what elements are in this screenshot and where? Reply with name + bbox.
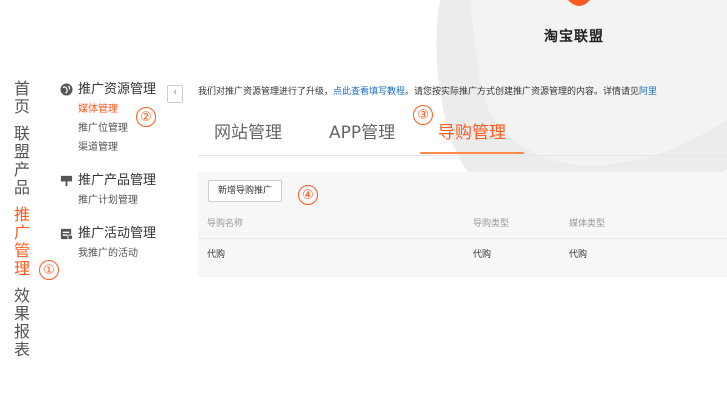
guide-panel: 新增导购推广 导购名称 导购类型 媒体类型 代购 代购 代购 xyxy=(198,172,727,277)
upgrade-notice: 我们对推广资源管理进行了升级，点此查看填写教程。请您按实际推广方式创建推广资源管… xyxy=(198,84,727,97)
brand-name: 淘宝联盟 xyxy=(544,29,604,45)
annotation-mark-3: ③ xyxy=(413,105,433,125)
sidebar-item-plans[interactable]: 推广计划管理 xyxy=(60,191,185,210)
sidebar-group-title-products[interactable]: 推广产品管理 xyxy=(60,171,185,191)
main-nav-promotion[interactable]: 推广管理 xyxy=(13,206,31,278)
main-nav-reports[interactable]: 效果报表 xyxy=(13,287,31,359)
tab-website[interactable]: 网站管理 xyxy=(214,118,282,143)
tutorial-link[interactable]: 点此查看填写教程 xyxy=(333,87,405,97)
sidebar-group-activities: 推广活动管理 我推广的活动 xyxy=(60,224,185,263)
sub-sidebar: 推广资源管理 媒体管理 推广位管理 渠道管理 推广产品管理 推广计划管理 推广活… xyxy=(60,80,185,277)
cell-name: 代购 xyxy=(207,250,226,260)
resource-tabs: 网站管理 APP管理 导购管理 xyxy=(198,110,727,156)
sidebar-item-media[interactable]: 媒体管理 xyxy=(60,100,185,119)
sidebar-collapse-button[interactable]: ‹ xyxy=(167,85,183,103)
sidebar-group-title-activities[interactable]: 推广活动管理 xyxy=(60,224,185,244)
sidebar-item-adzones[interactable]: 推广位管理 xyxy=(60,119,185,138)
notice-suffix: 。请您按实际推广方式创建推广资源管理的内容。详情请见 xyxy=(405,87,640,97)
calendar-icon xyxy=(60,228,73,240)
add-guide-button[interactable]: 新增导购推广 xyxy=(208,180,283,202)
column-header-name: 导购名称 xyxy=(207,219,244,229)
sidebar-item-my-activities[interactable]: 我推广的活动 xyxy=(60,244,185,263)
sidebar-group-products: 推广产品管理 推广计划管理 xyxy=(60,171,185,210)
cell-media-type: 代购 xyxy=(569,250,588,260)
notice-prefix: 我们对推广资源管理进行了升级， xyxy=(198,87,334,97)
annotation-mark-1: ① xyxy=(39,260,59,280)
table-row[interactable]: 代购 代购 代购 xyxy=(198,239,727,271)
active-tab-indicator xyxy=(420,152,524,154)
tab-app[interactable]: APP管理 xyxy=(329,118,395,143)
sidebar-item-channels[interactable]: 渠道管理 xyxy=(60,138,185,157)
sidebar-group-label: 推广产品管理 xyxy=(78,173,157,188)
column-header-media-type: 媒体类型 xyxy=(569,219,606,229)
main-nav-products[interactable]: 联盟产品 xyxy=(13,125,31,197)
details-link[interactable]: 阿里 xyxy=(639,87,657,97)
sidebar-group-label: 推广资源管理 xyxy=(78,82,157,97)
sidebar-group-label: 推广活动管理 xyxy=(78,226,157,241)
main-nav: 首页 联盟产品 推广管理 效果报表 xyxy=(13,80,35,368)
annotation-mark-4: ④ xyxy=(298,185,318,205)
table-header: 导购名称 导购类型 媒体类型 xyxy=(198,210,727,239)
globe-icon xyxy=(60,83,73,96)
annotation-mark-2: ② xyxy=(136,107,156,127)
column-header-type: 导购类型 xyxy=(473,219,510,229)
tab-shopping-guide[interactable]: 导购管理 xyxy=(438,118,506,143)
main-nav-home[interactable]: 首页 xyxy=(13,80,31,116)
brand-mark-icon xyxy=(568,0,590,6)
cell-type: 代购 xyxy=(473,250,492,260)
flag-icon xyxy=(60,175,73,187)
brand-logo[interactable]: 淘宝联盟 xyxy=(538,0,628,50)
